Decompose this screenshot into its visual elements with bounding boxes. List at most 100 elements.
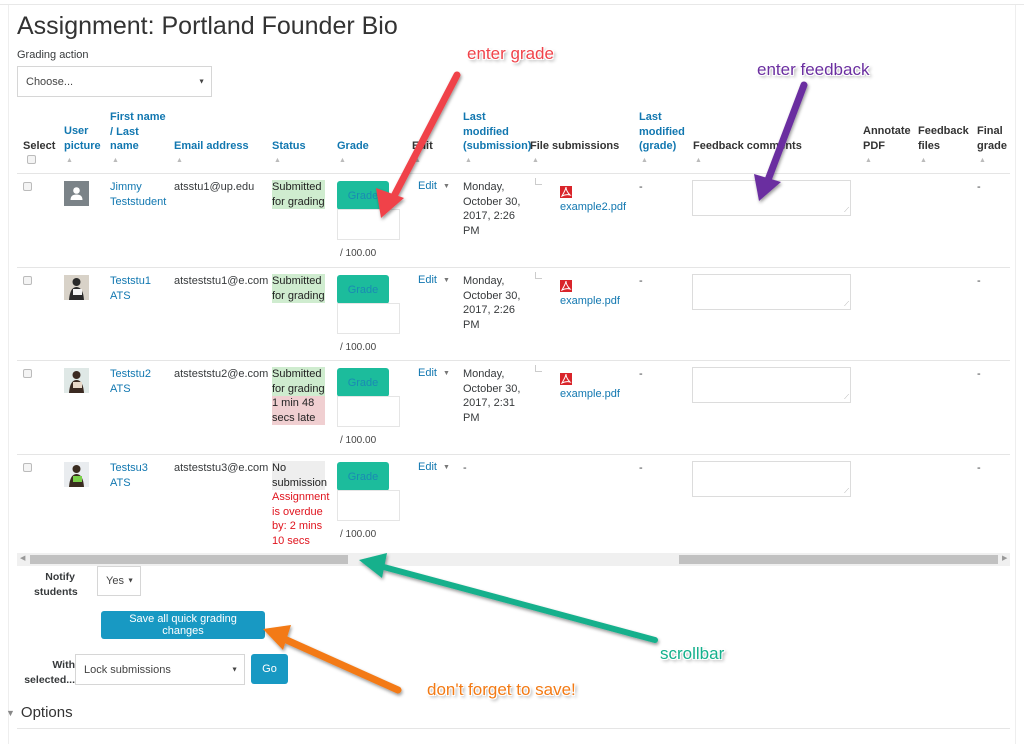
pdf-file-icon (560, 280, 572, 292)
header-name[interactable]: First name / Last name (110, 110, 166, 154)
label-line: students (34, 585, 78, 598)
scroll-left-arrow-icon[interactable]: ◀ (20, 554, 25, 562)
header-feedback-files: Feedback files (918, 124, 969, 153)
annotation-scrollbar: scrollbar (660, 644, 725, 663)
grading-action-value: Choose... (26, 75, 74, 88)
header-user-picture[interactable]: User picture (64, 124, 101, 153)
status-line: submission (272, 476, 328, 489)
row-select-checkbox[interactable] (23, 463, 32, 472)
final-grade: - (977, 462, 981, 474)
sort-asc-icon[interactable]: ▲ (979, 157, 986, 164)
header-last-modified-grade[interactable]: Last modified (grade) (639, 110, 685, 154)
header-status[interactable]: Status (272, 139, 306, 154)
date-line: October 30, (463, 289, 521, 302)
sort-asc-icon[interactable]: ▲ (339, 157, 346, 164)
page-title: Assignment: Portland Founder Bio (17, 12, 398, 40)
save-quick-grading-button[interactable]: Save all quick grading changes (101, 611, 265, 639)
submission-file-link[interactable]: example2.pdf (560, 201, 626, 213)
grade-button[interactable]: Grade (337, 368, 389, 397)
edit-menu-link[interactable]: Edit ▼ (418, 367, 450, 379)
edit-menu-link[interactable]: Edit ▼ (418, 274, 450, 286)
edit-menu-link[interactable]: Edit ▼ (418, 180, 450, 192)
header-line: Final (977, 125, 1003, 137)
submission-file-link[interactable]: example.pdf (560, 388, 620, 400)
scroll-right-arrow-icon[interactable]: ▶ (1002, 554, 1007, 562)
feedback-comment-textarea[interactable]: ⟋ (692, 180, 851, 216)
row-select-checkbox[interactable] (23, 369, 32, 378)
collapse-triangle-icon: ▼ (6, 707, 15, 718)
last-modified-grade: - (639, 368, 643, 380)
header-user-picture-line: User (64, 125, 89, 137)
sort-asc-icon[interactable]: ▲ (695, 157, 702, 164)
row-select-checkbox[interactable] (23, 276, 32, 285)
header-final-grade: Final grade (977, 124, 1007, 153)
go-button[interactable]: Go (251, 654, 288, 684)
caret-down-icon: ▼ (442, 182, 450, 190)
scrollbar-track-segment[interactable] (679, 555, 998, 564)
grade-button[interactable]: Grade (337, 181, 389, 210)
header-divider (17, 173, 1010, 174)
sort-asc-icon[interactable]: ▲ (532, 157, 539, 164)
grade-button[interactable]: Grade (337, 275, 389, 304)
date-line: PM (463, 318, 480, 331)
sort-asc-icon[interactable]: ▲ (920, 157, 927, 164)
last-modified-grade: - (639, 462, 643, 474)
grade-input[interactable] (337, 303, 400, 334)
sort-asc-icon[interactable]: ▲ (865, 157, 872, 164)
student-name-link[interactable]: Teststu2 ATS (110, 367, 151, 396)
sort-asc-icon[interactable]: ▲ (274, 157, 281, 164)
sort-asc-icon[interactable]: ▲ (414, 157, 421, 164)
sort-asc-icon[interactable]: ▲ (66, 157, 73, 164)
edit-label: Edit (418, 274, 437, 286)
status-line: Submitted (272, 275, 322, 287)
notify-students-select[interactable]: Yes ▼ (97, 566, 141, 596)
with-selected-select[interactable]: Lock submissions ▼ (75, 654, 245, 685)
submission-file-link[interactable]: example.pdf (560, 295, 620, 307)
feedback-comment-textarea[interactable]: ⟋ (692, 274, 851, 310)
resize-handle-icon[interactable]: ⟋ (844, 488, 849, 495)
student-name-link[interactable]: Testsu3 ATS (110, 461, 148, 490)
final-grade: - (977, 368, 981, 380)
grade-button[interactable]: Grade (337, 462, 389, 491)
header-line: modified (463, 125, 509, 138)
grade-input[interactable] (337, 396, 400, 427)
grade-input[interactable] (337, 490, 400, 521)
header-annotate-pdf: Annotate PDF (863, 124, 911, 153)
resize-handle-icon[interactable]: ⟋ (844, 394, 849, 401)
row-select-checkbox[interactable] (23, 182, 32, 191)
header-last-modified-submission[interactable]: Last modified (submission) (463, 110, 531, 154)
pdf-file-icon (560, 373, 572, 385)
arrow-scrollbar (359, 553, 658, 643)
student-name-link[interactable]: Teststu1 ATS (110, 274, 151, 303)
grade-input[interactable] (337, 209, 400, 240)
header-line: grade (977, 139, 1007, 152)
student-name-link[interactable]: Jimmy Teststudent (110, 180, 166, 209)
chevron-down-icon: ▼ (231, 666, 238, 673)
status-badge: Submitted for grading (272, 180, 325, 209)
horizontal-scrollbar[interactable]: ◀ ▶ (17, 553, 1010, 566)
resize-handle-icon[interactable]: ⟋ (844, 301, 849, 308)
feedback-comment-textarea[interactable]: ⟋ (692, 367, 851, 403)
grade-max-label: / 100.00 (340, 248, 377, 259)
sort-asc-icon[interactable]: ▲ (465, 157, 472, 164)
options-section-toggle[interactable]: ▼ Options (6, 704, 73, 721)
edit-menu-link[interactable]: Edit ▼ (418, 461, 450, 473)
status-line: for grading (272, 289, 325, 302)
chevron-down-icon: ▼ (127, 577, 134, 585)
header-grade[interactable]: Grade (337, 139, 369, 154)
header-line: Feedback (918, 125, 969, 137)
feedback-comment-textarea[interactable]: ⟋ (692, 461, 851, 497)
grading-action-select[interactable]: Choose... ▼ (17, 66, 212, 97)
page-right-border (1015, 5, 1016, 744)
resize-handle-icon[interactable]: ⟋ (844, 207, 849, 214)
sort-asc-icon[interactable]: ▲ (112, 157, 119, 164)
status-badge: Submitted for grading (272, 274, 325, 303)
submission-status: No submission Assignment is overdue by: 2 mi… (272, 461, 329, 548)
date-line: Monday, (463, 181, 505, 193)
sort-asc-icon[interactable]: ▲ (176, 157, 183, 164)
header-email[interactable]: Email address (174, 139, 249, 154)
scrollbar-thumb[interactable] (30, 555, 348, 564)
date-line: October 30, (463, 195, 521, 208)
sort-asc-icon[interactable]: ▲ (641, 157, 648, 164)
select-all-checkbox[interactable] (27, 155, 36, 164)
